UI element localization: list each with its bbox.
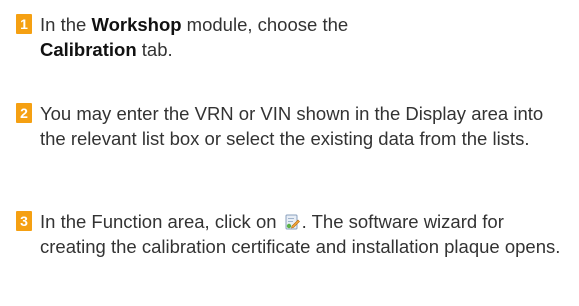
step-text-segment: In the (40, 14, 92, 35)
step-text: You may enter the VRN or VIN shown in th… (40, 103, 544, 149)
step-text: In the Function area, click on . The sof… (40, 209, 565, 259)
step-text-segment: In the Function area, click on (40, 211, 277, 232)
step-text: In the Workshop module, choose the Calibr… (40, 12, 565, 62)
create-document-icon (284, 211, 300, 230)
step-1: 1 In the Workshop module, choose the Cali… (16, 12, 568, 62)
step-2: 2 You may enter the VRN or VIN shown in … (16, 101, 568, 151)
tab-name: Calibration (40, 39, 137, 60)
step-text-segment: module, choose the (181, 14, 349, 35)
step-number-badge: 1 (16, 14, 32, 34)
step-3: 3 In the Function area, click on . The s… (16, 209, 568, 259)
instruction-steps: 1 In the Workshop module, choose the Cali… (0, 0, 579, 306)
module-name: Workshop (91, 14, 182, 35)
step-number-badge: 3 (16, 211, 32, 231)
step-text-segment: tab. (136, 39, 173, 60)
step-number-badge: 2 (16, 103, 32, 123)
